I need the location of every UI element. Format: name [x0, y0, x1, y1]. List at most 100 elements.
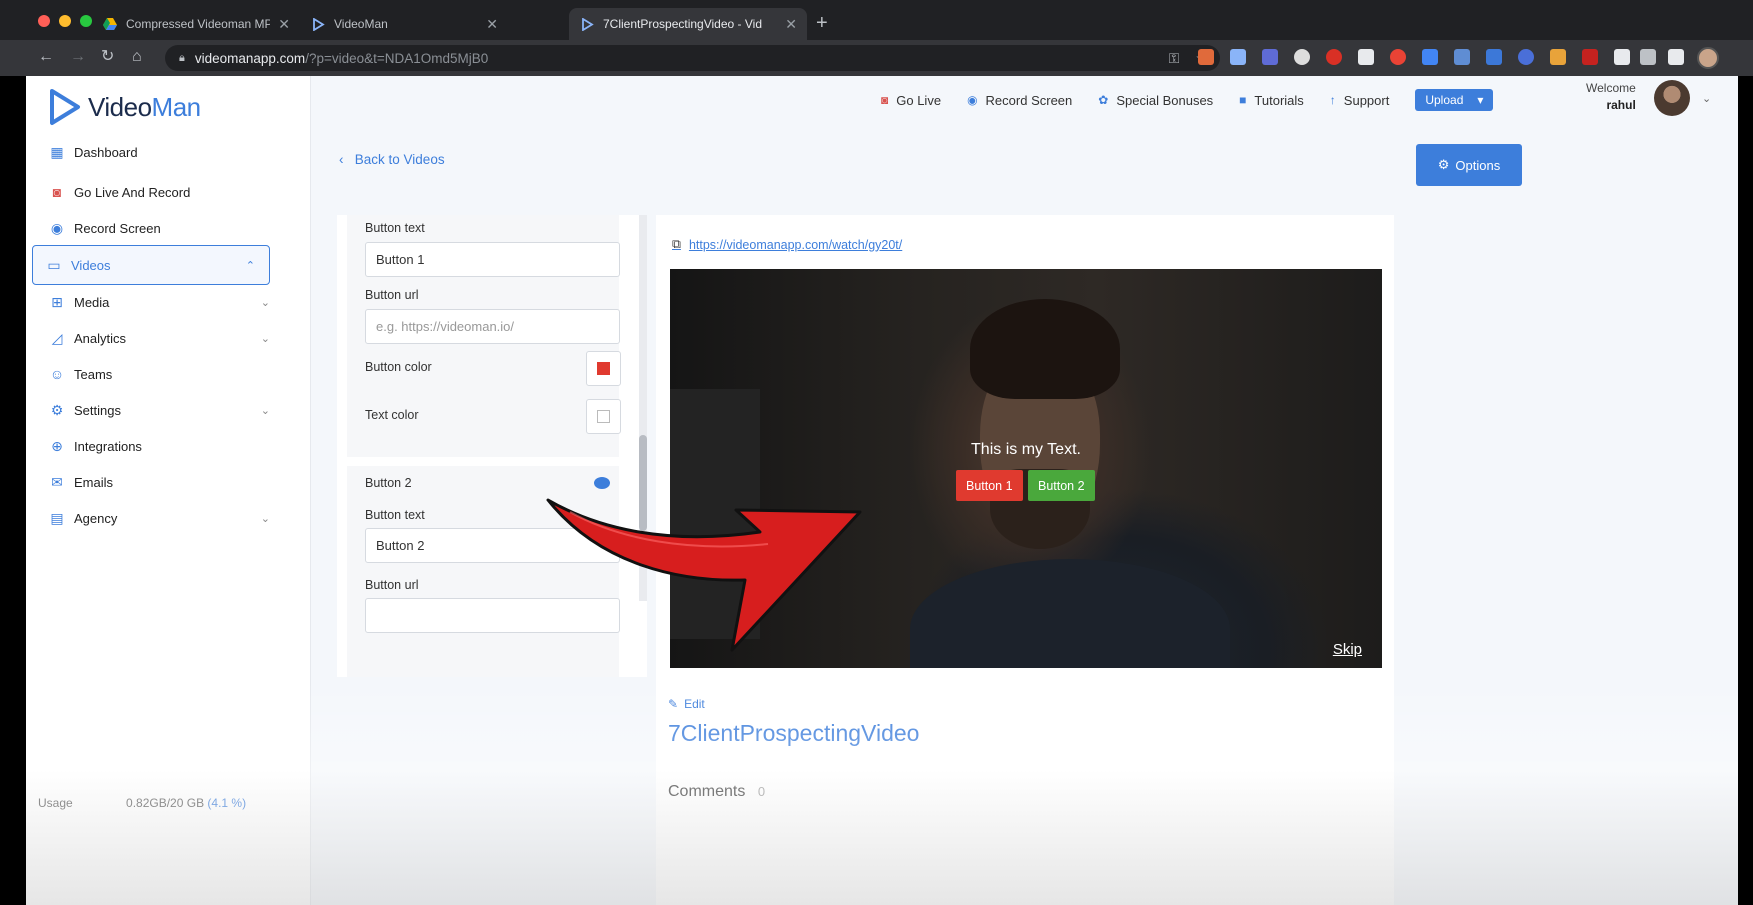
sidebar-item-analytics[interactable]: ◿ Analytics ⌄ [36, 318, 298, 358]
maximize-window-button[interactable] [80, 15, 92, 27]
live-camera-icon: ◙ [52, 184, 62, 200]
sidebar-item-emails[interactable]: ✉ Emails [36, 462, 298, 502]
back-to-videos-link[interactable]: ‹ Back to Videos [339, 152, 445, 167]
gift-icon: ✿ [1098, 93, 1109, 107]
videoman-favicon-icon [310, 16, 326, 32]
button-1-url-input[interactable]: e.g. https://videoman.io/ [365, 309, 620, 344]
reload-icon[interactable]: ↻ [101, 48, 114, 66]
browser-tab-1[interactable]: Compressed Videoman MP4 - ✕ [92, 8, 300, 40]
sidebar: VideoMan ▦ Dashboard ◙ Go Live And Recor… [26, 76, 311, 905]
storage-usage: Usage 0.82GB/20 GB (4.1 %) [38, 796, 246, 810]
record-icon: ◉ [50, 219, 64, 236]
extension-mail-icon[interactable] [1454, 49, 1470, 65]
dashboard-icon: ▦ [50, 143, 64, 160]
back-arrow-icon[interactable]: ← [38, 48, 54, 66]
sidebar-item-settings[interactable]: ⚙ Settings ⌄ [36, 390, 298, 430]
close-tab-icon[interactable]: ✕ [278, 16, 290, 33]
videoman-logo[interactable]: VideoMan [48, 88, 201, 126]
nav-special-bonuses[interactable]: ✿ Special Bonuses [1098, 93, 1213, 108]
address-bar[interactable]: 🔒︎ videomanapp.com /?p=video&t=NDA1Omd5M… [165, 45, 1220, 71]
comments-header: Comments 0 [668, 783, 766, 800]
arrow-up-icon: ↑ [1329, 93, 1336, 107]
button-1-settings: Button text Button 1 Button url e.g. htt… [347, 215, 621, 457]
home-icon[interactable]: ⌂ [132, 48, 142, 66]
options-button[interactable]: ⚙ Options [1416, 144, 1522, 186]
extension-blue-icon[interactable] [1422, 49, 1438, 65]
puzzle-extensions-icon[interactable] [1668, 49, 1684, 65]
video-cta-button-1[interactable]: Button 1 [956, 470, 1023, 501]
sidebar-item-record-screen[interactable]: ◉ Record Screen [36, 208, 298, 248]
sidebar-item-integrations[interactable]: ⊕ Integrations [36, 426, 298, 466]
video-cta-button-2[interactable]: Button 2 [1028, 470, 1095, 501]
sidebar-item-videos[interactable]: ▭ Videos ⌃ [32, 245, 270, 285]
upload-button[interactable]: Upload ▾ [1415, 89, 1494, 111]
close-window-button[interactable] [38, 15, 50, 27]
sidebar-item-agency[interactable]: ▤ Agency ⌄ [36, 498, 298, 538]
browser-tab-2[interactable]: VideoMan ✕ [300, 8, 508, 40]
nav-support[interactable]: ↑ Support [1330, 93, 1390, 108]
record-icon: ◉ [967, 93, 978, 107]
extension-timer-icon[interactable] [1582, 49, 1598, 65]
extension-badge-icon[interactable] [1262, 49, 1278, 65]
welcome-block: Welcome rahul [1586, 80, 1636, 114]
forward-arrow-icon[interactable]: → [70, 48, 86, 66]
email-icon: ✉ [51, 473, 63, 490]
chevron-down-icon: ⌄ [260, 296, 270, 309]
extension-red-icon[interactable] [1326, 49, 1342, 65]
nav-go-live[interactable]: ◙ Go Live [881, 93, 941, 108]
extension-globe-icon[interactable] [1294, 49, 1310, 65]
videoman-favicon-icon [579, 16, 595, 32]
edit-icon: ✎ [668, 697, 679, 711]
minimize-window-button[interactable] [59, 15, 71, 27]
browser-profile-avatar[interactable] [1697, 47, 1719, 69]
drive-icon [102, 16, 118, 32]
videoman-app: VideoMan ▦ Dashboard ◙ Go Live And Recor… [26, 76, 1738, 905]
video-icon: ▭ [47, 256, 61, 273]
close-tab-icon[interactable]: ✕ [785, 16, 797, 33]
text-color-swatch [597, 410, 610, 423]
extension-arrow-icon[interactable] [1358, 49, 1374, 65]
extension-edit-icon[interactable] [1640, 49, 1656, 65]
button-color-swatch [597, 362, 610, 375]
usage-label: Usage [38, 796, 73, 810]
usage-percent: (4.1 %) [207, 796, 247, 810]
button-1-text-input[interactable]: Button 1 [365, 242, 620, 277]
lock-icon: 🔒︎ [179, 51, 185, 64]
gear-icon: ⚙ [50, 401, 64, 418]
extension-group-icon[interactable] [1518, 49, 1534, 65]
extension-new-icon[interactable] [1550, 49, 1566, 65]
video-overlay-text: This is my Text. [971, 441, 1081, 458]
play-logo-icon [50, 89, 80, 125]
sidebar-item-go-live-and-record[interactable]: ◙ Go Live And Record [36, 172, 298, 212]
welcome-label: Welcome [1586, 81, 1636, 95]
avatar[interactable] [1654, 80, 1690, 116]
extension-doc-icon[interactable] [1486, 49, 1502, 65]
button-color-picker[interactable] [586, 351, 621, 386]
chevron-up-icon: ⌃ [245, 259, 255, 272]
external-link-icon: ⧉ [672, 237, 681, 251]
chevron-down-icon[interactable]: ⌄ [1702, 92, 1711, 105]
close-tab-icon[interactable]: ✕ [486, 16, 498, 33]
extension-rss-icon[interactable] [1198, 49, 1214, 65]
extension-pokeball-icon[interactable] [1390, 49, 1406, 65]
extension-download-icon[interactable] [1230, 49, 1246, 65]
sidebar-item-dashboard[interactable]: ▦ Dashboard [36, 132, 298, 172]
watch-url-link[interactable]: ⧉ https://videomanapp.com/watch/gy20t/ [672, 237, 902, 252]
extension-screenshot-icon[interactable] [1614, 49, 1630, 65]
sidebar-item-teams[interactable]: ☺ Teams [36, 354, 298, 394]
gear-icon: ⚙ [1437, 157, 1450, 172]
key-icon[interactable]: ⚿ [1169, 50, 1180, 67]
text-color-picker[interactable] [586, 399, 621, 434]
nav-tutorials[interactable]: ■ Tutorials [1239, 93, 1304, 108]
browser-tab-3[interactable]: 7ClientProspectingVideo - Vid ✕ [569, 8, 807, 40]
sidebar-item-media[interactable]: ⊞ Media ⌄ [36, 282, 298, 322]
red-annotation-arrow-icon [546, 498, 862, 652]
teams-icon: ☺ [49, 366, 65, 382]
new-tab-button[interactable]: + [816, 12, 828, 35]
nav-record-screen[interactable]: ◉ Record Screen [967, 93, 1072, 108]
skip-link[interactable]: Skip [1333, 641, 1362, 658]
usage-value: 0.82GB/20 GB [126, 796, 205, 810]
logo-text-man: Man [151, 91, 202, 122]
media-icon: ⊞ [51, 293, 63, 310]
edit-title-link[interactable]: ✎ Edit [668, 697, 705, 711]
